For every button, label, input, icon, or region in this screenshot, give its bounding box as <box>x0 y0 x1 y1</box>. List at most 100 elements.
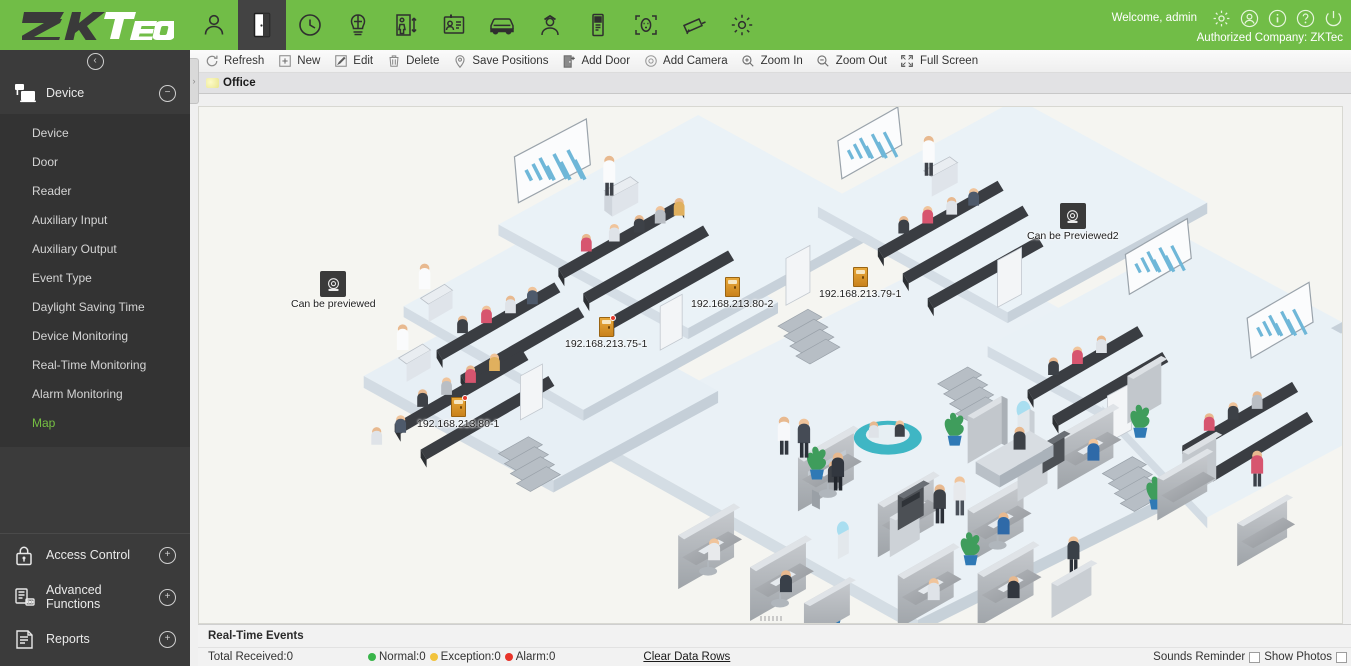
device-icon <box>14 81 40 105</box>
module-patrol-icon[interactable] <box>526 0 574 50</box>
map-tab-icon <box>206 78 219 88</box>
sidebar: ‹ Device − Device Door Reader Auxiliary … <box>0 50 190 666</box>
sidebar-group-device[interactable]: Device − <box>0 72 190 114</box>
sidebar-group-access-control[interactable]: Access Control + <box>0 534 190 576</box>
exception-counter: Exception:0 <box>430 651 501 663</box>
module-elevator-icon[interactable] <box>382 0 430 50</box>
camera-icon <box>320 271 346 297</box>
map-marker-door-75-1[interactable]: 192.168.213.75-1 <box>565 317 647 350</box>
sidebar-item-real-time-monitoring[interactable]: Real-Time Monitoring <box>0 350 190 379</box>
advanced-icon <box>14 585 40 609</box>
sounds-reminder-checkbox[interactable] <box>1249 652 1260 663</box>
sidebar-group-reports-label: Reports <box>40 632 159 646</box>
office-floorplan-illustration <box>199 107 1342 623</box>
zoom-in-icon <box>740 53 757 69</box>
sidebar-group-advanced-functions-toggle[interactable]: + <box>159 589 176 606</box>
power-icon[interactable] <box>1319 5 1347 31</box>
sidebar-item-reader[interactable]: Reader <box>0 176 190 205</box>
map-marker-door-80-1[interactable]: 192.168.213.80-1 <box>417 397 499 430</box>
map-marker-camera-2[interactable]: Can be Previewed2 <box>1027 203 1119 242</box>
sidebar-item-alarm-monitoring[interactable]: Alarm Monitoring <box>0 379 190 408</box>
map-marker-camera-1[interactable]: Can be previewed <box>291 271 376 310</box>
camera-icon <box>1060 203 1086 229</box>
add-door-icon <box>560 53 577 69</box>
add-camera-icon <box>642 53 659 69</box>
map-marker-door-80-2-label: 192.168.213.80-2 <box>691 298 773 310</box>
full-screen-button[interactable]: Full Screen <box>896 51 987 72</box>
sidebar-group-advanced-functions-label: Advanced Functions <box>40 583 159 611</box>
edit-button[interactable]: Edit <box>329 51 382 72</box>
sidebar-group-advanced-functions[interactable]: Advanced Functions + <box>0 576 190 618</box>
door-icon <box>451 397 466 417</box>
sidebar-item-map[interactable]: Map <box>0 408 190 437</box>
sidebar-group-device-toggle[interactable]: − <box>159 85 176 102</box>
map-tab-office[interactable]: Office <box>204 74 266 93</box>
delete-label: Delete <box>406 55 439 67</box>
zoom-out-icon <box>815 53 832 69</box>
report-icon <box>14 627 40 651</box>
map-toolbar: Refresh New Edit Delete <box>190 50 1351 73</box>
module-elevator-cab-icon[interactable] <box>334 0 382 50</box>
full-screen-label: Full Screen <box>920 55 978 67</box>
edit-label: Edit <box>353 55 373 67</box>
map-marker-door-75-1-label: 192.168.213.75-1 <box>565 338 647 350</box>
sidebar-item-auxiliary-input[interactable]: Auxiliary Input <box>0 205 190 234</box>
module-cctv-icon[interactable] <box>670 0 718 50</box>
events-options: Sounds Reminder Show Photos <box>1153 651 1351 663</box>
add-door-button[interactable]: Add Door <box>557 51 639 72</box>
map-canvas[interactable]: Can be previewed 192.168.213.80-1 192.16… <box>198 106 1343 624</box>
delete-button[interactable]: Delete <box>382 51 448 72</box>
module-clock-icon[interactable] <box>286 0 334 50</box>
new-icon <box>276 53 293 69</box>
clear-data-rows-link[interactable]: Clear Data Rows <box>643 651 730 663</box>
map-tab-strip: Office <box>190 73 1351 94</box>
door-icon <box>599 317 614 337</box>
welcome-label: Welcome, admin <box>1112 12 1197 24</box>
save-positions-button[interactable]: Save Positions <box>448 51 557 72</box>
module-car-icon[interactable] <box>478 0 526 50</box>
full-screen-icon <box>899 53 916 69</box>
authorized-company-label: Authorized Company: ZKTec <box>1197 31 1347 45</box>
sidebar-item-device-monitoring[interactable]: Device Monitoring <box>0 321 190 350</box>
real-time-events-summary: Total Received:0 Normal:0 Exception:0 Al… <box>198 647 1351 666</box>
settings-gear-icon[interactable] <box>1207 5 1235 31</box>
map-marker-door-79-1-label: 192.168.213.79-1 <box>819 288 901 300</box>
new-button[interactable]: New <box>273 51 329 72</box>
sidebar-item-event-type[interactable]: Event Type <box>0 263 190 292</box>
sidebar-expand-handle[interactable]: › <box>190 58 199 104</box>
add-camera-button[interactable]: Add Camera <box>639 51 737 72</box>
sidebar-group-reports-toggle[interactable]: + <box>159 631 176 648</box>
save-position-icon <box>451 53 468 69</box>
sidebar-group-reports[interactable]: Reports + <box>0 618 190 660</box>
refresh-icon <box>203 53 220 69</box>
sidebar-lower-groups: Access Control + Advanced Functions + <box>0 533 190 660</box>
module-gear-icon[interactable] <box>718 0 766 50</box>
map-marker-door-79-1[interactable]: 192.168.213.79-1 <box>819 267 901 300</box>
sidebar-item-device[interactable]: Device <box>0 118 190 147</box>
zoom-in-button[interactable]: Zoom In <box>737 51 812 72</box>
module-kiosk-icon[interactable] <box>574 0 622 50</box>
zoom-out-button[interactable]: Zoom Out <box>812 51 896 72</box>
zkteco-logo[interactable] <box>0 0 190 50</box>
map-marker-door-80-2[interactable]: 192.168.213.80-2 <box>691 277 773 310</box>
sidebar-item-door[interactable]: Door <box>0 147 190 176</box>
zkteco-logo-mark <box>22 10 174 40</box>
module-visitor-card-icon[interactable] <box>430 0 478 50</box>
top-bar: Welcome, admin <box>0 0 1351 50</box>
sidebar-group-access-control-toggle[interactable]: + <box>159 547 176 564</box>
sidebar-collapse-icon[interactable]: ‹ <box>87 53 104 70</box>
info-icon[interactable] <box>1263 5 1291 31</box>
profile-user-icon[interactable] <box>1235 5 1263 31</box>
module-door-icon[interactable] <box>238 0 286 50</box>
sidebar-item-auxiliary-output[interactable]: Auxiliary Output <box>0 234 190 263</box>
module-face-scan-icon[interactable] <box>622 0 670 50</box>
refresh-button[interactable]: Refresh <box>200 51 273 72</box>
sidebar-item-daylight-saving-time[interactable]: Daylight Saving Time <box>0 292 190 321</box>
new-label: New <box>297 55 320 67</box>
panel-resize-grip[interactable] <box>760 616 782 621</box>
module-nav <box>190 0 766 50</box>
map-marker-door-80-1-label: 192.168.213.80-1 <box>417 418 499 430</box>
show-photos-checkbox[interactable] <box>1336 652 1347 663</box>
help-icon[interactable] <box>1291 5 1319 31</box>
module-person-icon[interactable] <box>190 0 238 50</box>
